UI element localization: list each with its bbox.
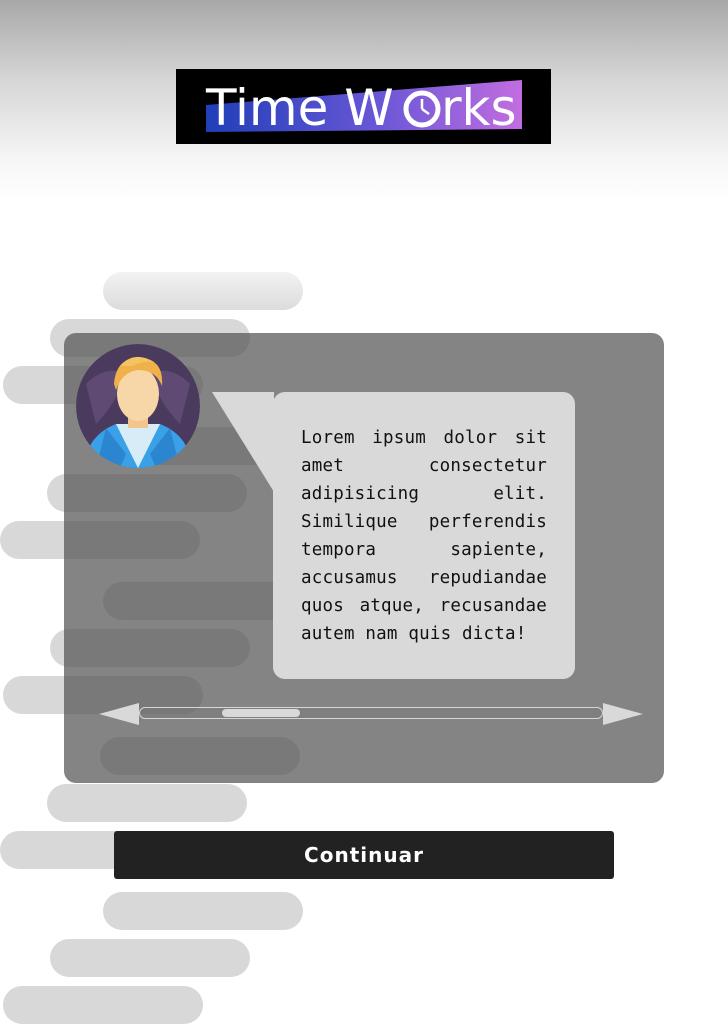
speech-bubble: Lorem ipsum dolor sit amet consectetur a… xyxy=(273,392,575,679)
horizontal-scrollbar[interactable] xyxy=(139,707,603,719)
placeholder-bar xyxy=(103,272,303,310)
scrollbar-thumb[interactable] xyxy=(222,709,300,717)
dialog-message: Lorem ipsum dolor sit amet consectetur a… xyxy=(301,428,547,644)
male-avatar-icon xyxy=(76,344,200,468)
continue-button[interactable]: Continuar xyxy=(114,831,614,879)
arrow-right-icon[interactable] xyxy=(603,703,643,725)
placeholder-bar xyxy=(50,939,250,977)
placeholder-bar xyxy=(103,892,303,930)
speech-bubble-tail xyxy=(212,392,274,492)
arrow-left-icon[interactable] xyxy=(99,703,139,725)
placeholder-bar xyxy=(47,784,247,822)
placeholder-bar xyxy=(3,986,203,1024)
logo-text-main: Time W xyxy=(205,79,394,137)
time-works-logo: Time W rks xyxy=(176,69,551,144)
logo-text-end: rks xyxy=(441,79,517,137)
